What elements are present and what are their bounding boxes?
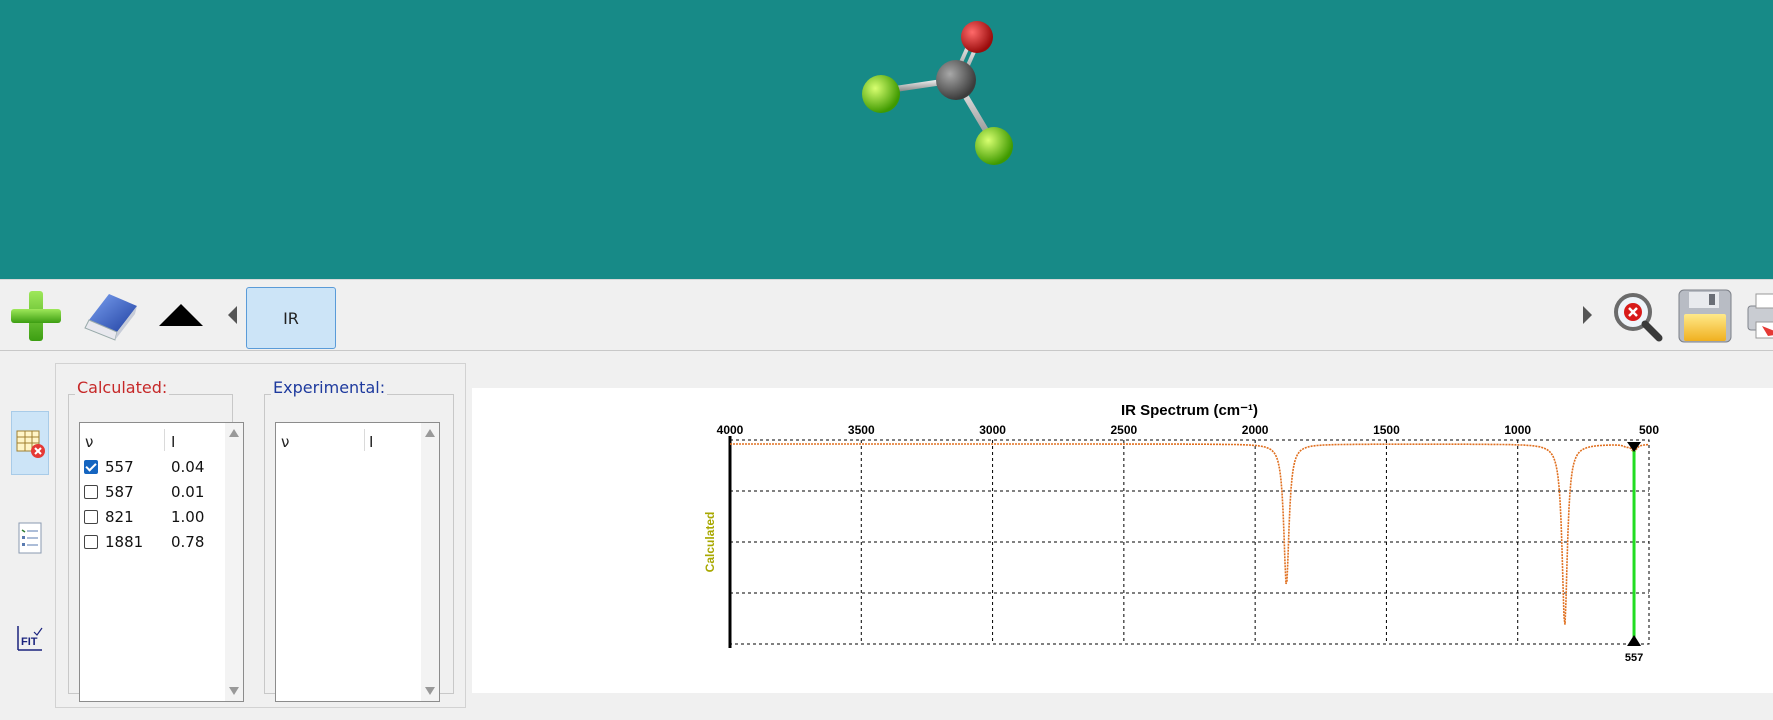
- tab-ir[interactable]: IR: [246, 287, 336, 349]
- col-header-frequency[interactable]: ν: [281, 433, 289, 451]
- peak-frequency: 821: [105, 508, 134, 526]
- marker-label: 557: [1625, 652, 1643, 664]
- zoom-reset-button[interactable]: [1606, 288, 1668, 344]
- save-button[interactable]: [1674, 288, 1736, 344]
- calculated-scrollbar[interactable]: [225, 423, 243, 701]
- peak-intensity: 0.01: [171, 483, 205, 501]
- fit-icon: FIT: [17, 626, 43, 651]
- delete-table-button[interactable]: [11, 411, 49, 475]
- col-header-intensity[interactable]: I: [171, 433, 175, 451]
- peak-intensity: 0.78: [171, 533, 205, 551]
- spectrum-toolbar: IR: [0, 279, 1773, 351]
- eraser-icon: [84, 294, 137, 341]
- collapse-panel-button[interactable]: [150, 288, 212, 344]
- carbon-atom: [936, 60, 976, 100]
- peak-intensity: 0.04: [171, 458, 205, 476]
- x-tick-label: 2000: [1242, 423, 1269, 437]
- scroll-up-icon[interactable]: [425, 429, 435, 437]
- svg-text:FIT: FIT: [21, 636, 38, 648]
- plus-icon: [11, 291, 61, 341]
- peak-checkbox[interactable]: [84, 510, 98, 524]
- floppy-disk-icon: [1678, 289, 1732, 343]
- column-divider[interactable]: [164, 429, 165, 451]
- tab-ir-label: IR: [283, 308, 299, 328]
- peak-checkbox[interactable]: [84, 535, 98, 549]
- scroll-down-icon[interactable]: [229, 687, 239, 695]
- x-tick-label: 1000: [1504, 423, 1531, 437]
- oxygen-atom: [961, 21, 993, 53]
- add-button[interactable]: [6, 288, 68, 344]
- chlorine-atom-left: [862, 75, 900, 113]
- peak-frequency: 587: [105, 483, 134, 501]
- experimental-scrollbar[interactable]: [421, 423, 439, 701]
- ir-spectrum-plot[interactable]: IR Spectrum (cm⁻¹) Calculated 4000 3500 3000…: [472, 388, 1773, 693]
- chart-title: IR Spectrum (cm⁻¹): [1121, 402, 1258, 419]
- column-divider[interactable]: [364, 429, 365, 451]
- y-axis-label: Calculated: [703, 512, 717, 573]
- peak-tables-group: Calculated: ν I 557 0.04 587 0.01 821 1.…: [55, 363, 466, 708]
- calculated-title: Calculated:: [75, 378, 170, 397]
- peak-intensity: 1.00: [171, 508, 205, 526]
- col-header-frequency[interactable]: ν: [85, 433, 93, 451]
- peak-checkbox[interactable]: [84, 460, 98, 474]
- peak-checkbox[interactable]: [84, 485, 98, 499]
- x-tick-label: 3500: [848, 423, 875, 437]
- x-tick-label: 2500: [1111, 423, 1138, 437]
- printer-icon: [1747, 293, 1773, 339]
- col-header-intensity[interactable]: I: [369, 433, 373, 451]
- scroll-down-icon[interactable]: [425, 687, 435, 695]
- checklist-button[interactable]: [11, 506, 49, 570]
- x-tick-label: 1500: [1373, 423, 1400, 437]
- ir-spectrum-chart[interactable]: IR Spectrum (cm⁻¹) Calculated 4000 3500 3000…: [472, 388, 1773, 693]
- peak-frequency: 1881: [105, 533, 144, 551]
- experimental-title: Experimental:: [271, 378, 388, 397]
- x-tick-label: 500: [1639, 423, 1659, 437]
- x-tick-label: 3000: [979, 423, 1006, 437]
- checklist-icon: [18, 522, 42, 554]
- tab-scroll-left-icon[interactable]: [228, 306, 237, 324]
- molecule-3d: [862, 21, 1013, 165]
- print-button[interactable]: [1742, 288, 1773, 344]
- peak-row[interactable]: 1881 0.78: [84, 532, 224, 554]
- chlorine-atom-right: [975, 127, 1013, 165]
- peak-frequency: 557: [105, 458, 134, 476]
- fit-button[interactable]: FIT: [11, 606, 49, 670]
- spectrum-panel: FIT Calculated: ν I 557 0.04 587 0.01 82…: [0, 351, 1773, 720]
- tab-scroll-right-icon[interactable]: [1583, 306, 1592, 324]
- peak-row[interactable]: 557 0.04: [84, 457, 224, 479]
- molecule-viewer[interactable]: [0, 0, 1773, 279]
- clear-button[interactable]: [78, 288, 140, 344]
- triangle-up-icon: [159, 304, 203, 326]
- table-delete-icon: [16, 430, 45, 458]
- scroll-up-icon[interactable]: [229, 429, 239, 437]
- experimental-peak-list[interactable]: ν I: [275, 422, 440, 702]
- calculated-peak-list[interactable]: ν I 557 0.04 587 0.01 821 1.00 1881 0.78: [79, 422, 244, 702]
- peak-row[interactable]: 821 1.00: [84, 507, 224, 529]
- x-tick-label: 4000: [717, 423, 744, 437]
- zoom-cancel-icon: [1614, 293, 1663, 342]
- peak-row[interactable]: 587 0.01: [84, 482, 224, 504]
